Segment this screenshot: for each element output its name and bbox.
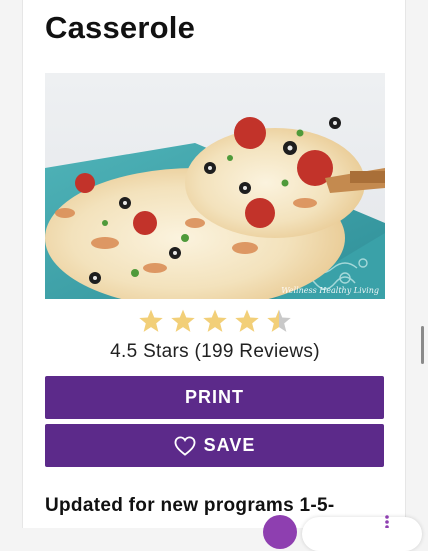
floating-toolbar[interactable] xyxy=(302,517,422,551)
save-button-label: SAVE xyxy=(203,435,256,455)
half-star-icon xyxy=(267,309,291,332)
star-icon xyxy=(139,309,163,332)
recipe-title: Casserole xyxy=(45,10,196,45)
star-icon xyxy=(235,309,259,332)
more-options-icon[interactable] xyxy=(385,515,389,528)
star-icon xyxy=(171,309,195,332)
rating-summary: 4.5 Stars (199 Reviews) xyxy=(110,341,320,362)
heart-outline-icon xyxy=(174,435,196,456)
print-button-label: PRINT xyxy=(185,387,244,407)
floating-action-button[interactable] xyxy=(263,515,297,549)
updated-note: Updated for new programs 1-5- xyxy=(45,495,335,516)
rating-stars[interactable] xyxy=(138,308,292,336)
casserole-image xyxy=(45,73,385,299)
recipe-photo: Wellness Healthy Living xyxy=(45,73,385,299)
star-icon xyxy=(203,309,227,332)
print-button[interactable]: PRINT xyxy=(45,376,384,419)
scrollbar-thumb[interactable] xyxy=(421,326,424,364)
recipe-card: Casserole Wellness Healthy Living 4.5 St… xyxy=(22,0,406,528)
photo-watermark: Wellness Healthy Living xyxy=(281,286,379,295)
save-button[interactable]: SAVE xyxy=(45,424,384,467)
